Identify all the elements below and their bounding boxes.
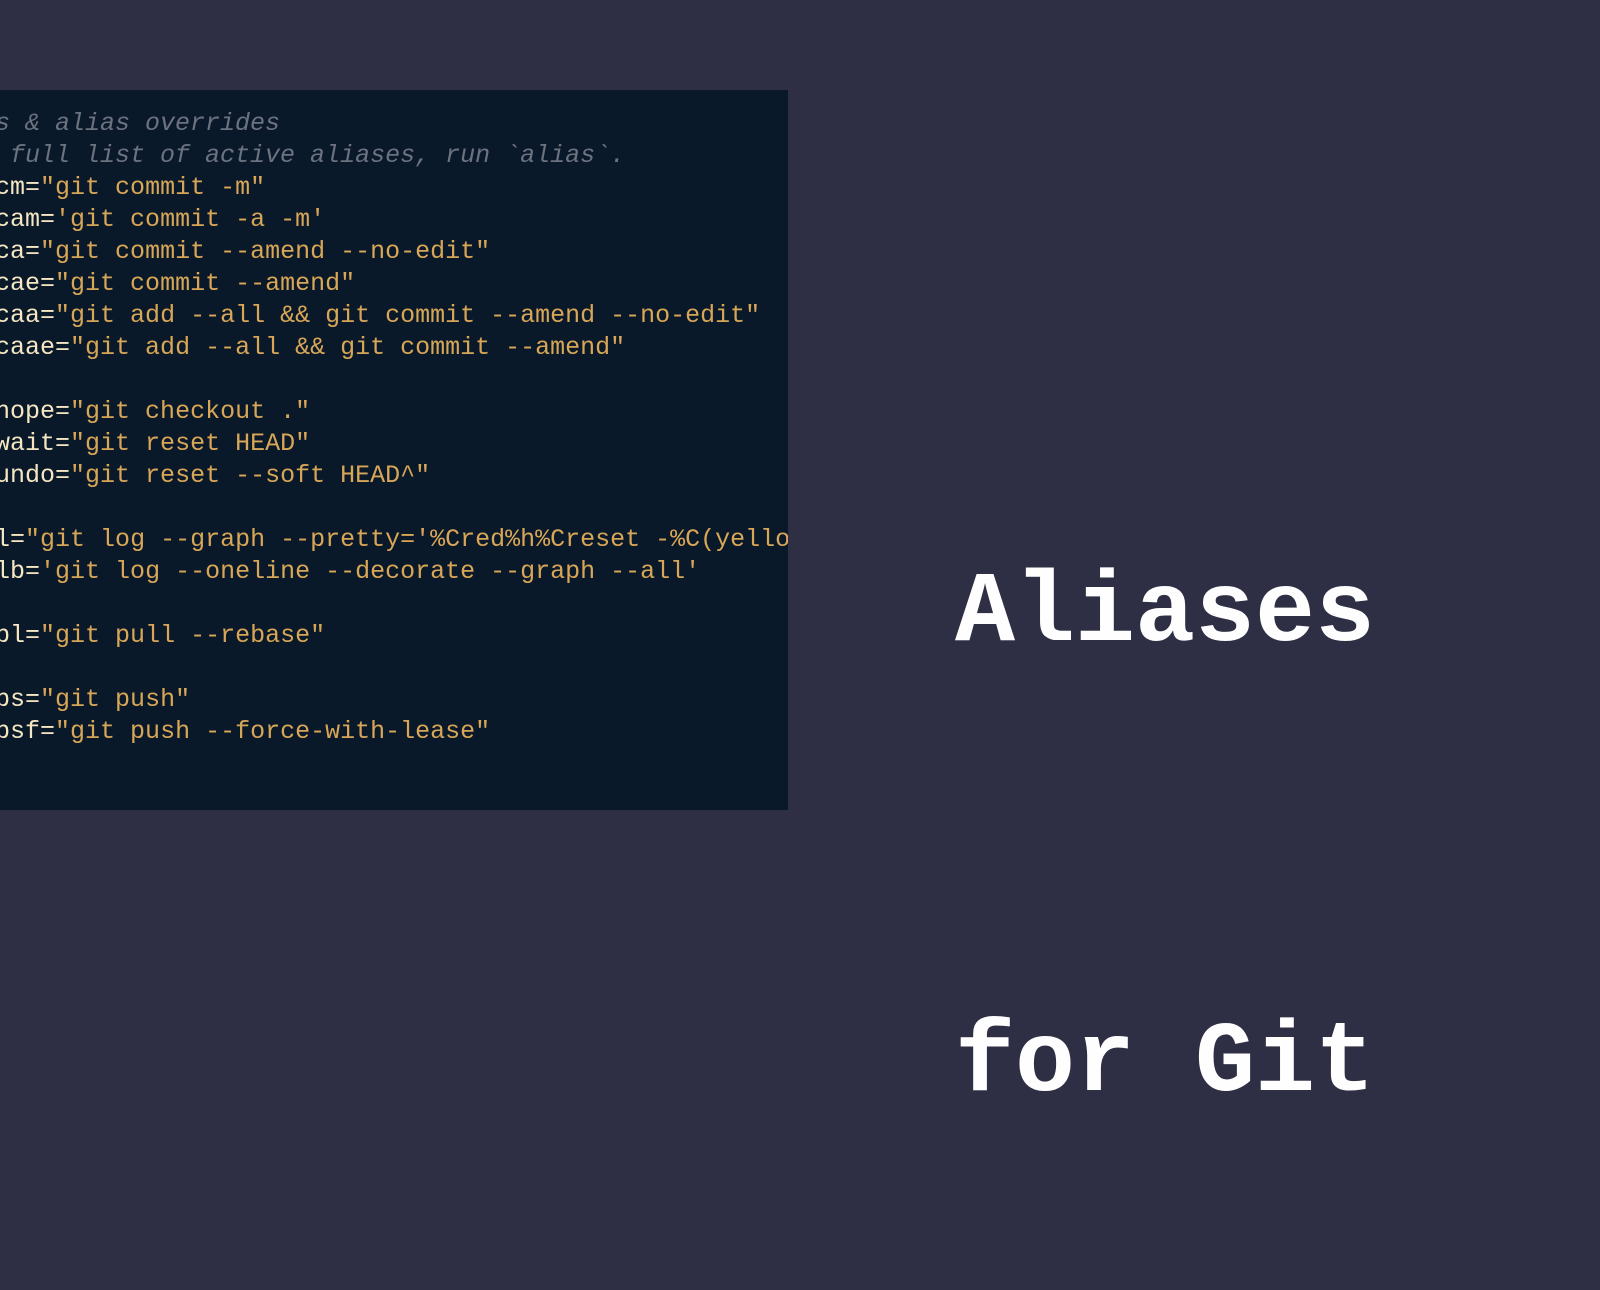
alias-line: s gcaa="git add --all && git commit --am… [0, 300, 788, 332]
alias-line: s gpsf="git push --force-with-lease" [0, 716, 788, 748]
blank-line [0, 652, 788, 684]
alias-name: gwait [0, 429, 55, 458]
alias-value: "git log --graph --pretty='%Cred%h%Crese… [25, 525, 788, 554]
alias-name: gca [0, 237, 25, 266]
equals-sign: = [40, 301, 55, 330]
alias-value: "git add --all && git commit --amend --n… [55, 301, 760, 330]
alias-value: "git commit --amend" [55, 269, 355, 298]
title-line-1: Aliases [955, 540, 1375, 690]
alias-value: "git commit -m" [40, 173, 265, 202]
alias-name: gl [0, 525, 10, 554]
terminal-code-panel: ases & alias overrides r a full list of … [0, 90, 788, 810]
alias-name: gpsf [0, 717, 40, 746]
hero-title: Aliases for Git [955, 240, 1375, 1290]
equals-sign: = [55, 333, 70, 362]
alias-value: 'git log --oneline --decorate --graph --… [40, 557, 700, 586]
alias-value: "git checkout ." [70, 397, 310, 426]
alias-line: s gundo="git reset --soft HEAD^" [0, 460, 788, 492]
alias-value: "git reset --soft HEAD^" [70, 461, 430, 490]
alias-name: gcaa [0, 301, 40, 330]
blank-line [0, 588, 788, 620]
alias-name: gcaae [0, 333, 55, 362]
alias-line: s gnope="git checkout ." [0, 396, 788, 428]
alias-line: s gcam='git commit -a -m' [0, 204, 788, 236]
equals-sign: = [25, 621, 40, 650]
alias-name: gcae [0, 269, 40, 298]
alias-line: s gwait="git reset HEAD" [0, 428, 788, 460]
equals-sign: = [40, 205, 55, 234]
alias-line: s glb='git log --oneline --decorate --gr… [0, 556, 788, 588]
alias-name: gps [0, 685, 25, 714]
equals-sign: = [25, 237, 40, 266]
blank-line [0, 364, 788, 396]
alias-line: s gcae="git commit --amend" [0, 268, 788, 300]
equals-sign: = [55, 429, 70, 458]
alias-line: s gca="git commit --amend --no-edit" [0, 236, 788, 268]
equals-sign: = [55, 461, 70, 490]
alias-line: s gpl="git pull --rebase" [0, 620, 788, 652]
alias-name: gpl [0, 621, 25, 650]
alias-name: gnope [0, 397, 55, 426]
blank-line [0, 492, 788, 524]
equals-sign: = [25, 685, 40, 714]
equals-sign: = [40, 717, 55, 746]
alias-value: "git pull --rebase" [40, 621, 325, 650]
equals-sign: = [25, 173, 40, 202]
code-comment: r a full list of active aliases, run `al… [0, 140, 788, 172]
alias-line: s gcaae="git add --all && git commit --a… [0, 332, 788, 364]
alias-value: "git reset HEAD" [70, 429, 310, 458]
code-comment: ases & alias overrides [0, 108, 788, 140]
title-line-2: for Git [955, 990, 1375, 1140]
equals-sign: = [55, 397, 70, 426]
equals-sign: = [25, 557, 40, 586]
alias-value: "git commit --amend --no-edit" [40, 237, 490, 266]
alias-line: s gps="git push" [0, 684, 788, 716]
equals-sign: = [10, 525, 25, 554]
alias-name: gcm [0, 173, 25, 202]
alias-value: "git add --all && git commit --amend" [70, 333, 625, 362]
alias-name: glb [0, 557, 25, 586]
equals-sign: = [40, 269, 55, 298]
alias-value: 'git commit -a -m' [55, 205, 325, 234]
alias-line: s gl="git log --graph --pretty='%Cred%h%… [0, 524, 788, 556]
alias-value: "git push --force-with-lease" [55, 717, 490, 746]
alias-name: gcam [0, 205, 40, 234]
alias-value: "git push" [40, 685, 190, 714]
alias-line: s gcm="git commit -m" [0, 172, 788, 204]
alias-name: gundo [0, 461, 55, 490]
